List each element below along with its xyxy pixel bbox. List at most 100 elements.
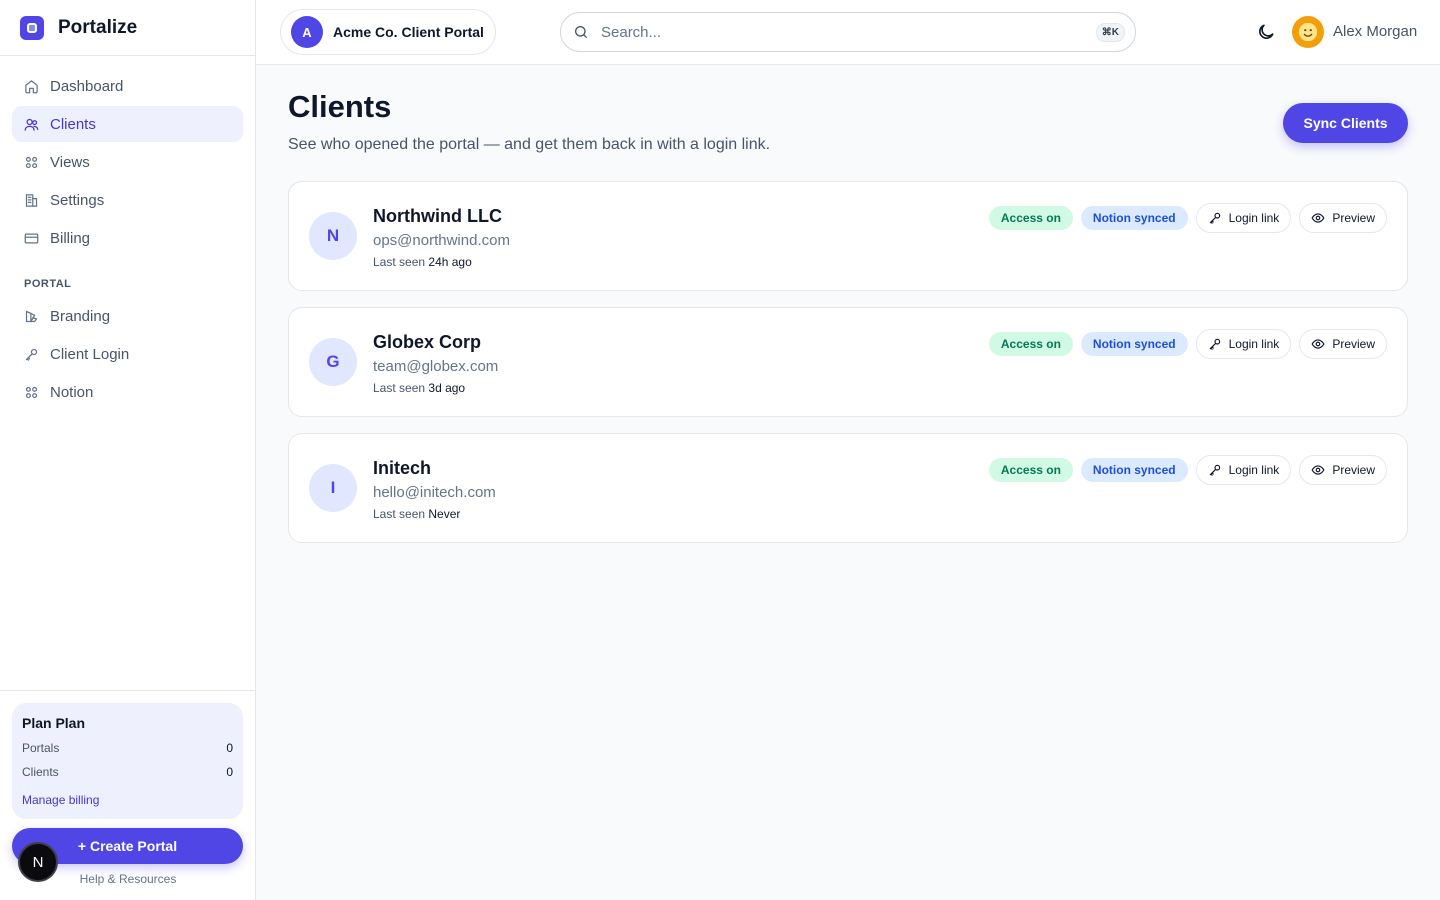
- client-name: Globex Corp: [373, 332, 482, 352]
- search-bar[interactable]: ⌘K: [560, 12, 1136, 52]
- notion-synced-badge: Notion synced: [1080, 332, 1188, 356]
- client-email: hello@initech.com: [373, 484, 496, 501]
- sidebar-item-label: Clients: [50, 115, 96, 133]
- plan-portals-row: Portals 0: [22, 741, 233, 755]
- sidebar-item-client-login[interactable]: Client Login: [12, 336, 243, 372]
- last-seen-label: Last seen: [373, 381, 426, 395]
- client-last-seen: Last seen Never: [373, 507, 460, 521]
- user-name[interactable]: Alex Morgan: [1333, 23, 1417, 40]
- section-label-portal: PORTAL: [24, 278, 72, 290]
- shortcut-hint: ⌘K: [1095, 23, 1125, 42]
- preview-label: Preview: [1332, 337, 1375, 351]
- sidebar-item-views[interactable]: Views: [12, 144, 243, 180]
- client-avatar: G: [309, 338, 357, 386]
- logo-icon: [20, 15, 44, 40]
- login-link-button[interactable]: Login link: [1195, 455, 1292, 485]
- palette-icon: [25, 310, 38, 322]
- preview-label: Preview: [1332, 463, 1375, 477]
- client-card: N Northwind LLC ops@northwind.com Last s…: [288, 181, 1408, 291]
- notion-synced-badge: Notion synced: [1080, 206, 1188, 230]
- client-actions: Access on Notion synced Login link Previ…: [988, 203, 1387, 233]
- users-icon: [24, 118, 39, 131]
- login-link-label: Login link: [1228, 337, 1280, 351]
- sidebar: Portalize Dashboard Clients Views Settin…: [0, 0, 256, 900]
- sidebar-item-label: Branding: [50, 307, 111, 325]
- search-input[interactable]: [601, 23, 1081, 41]
- client-last-seen: Last seen 3d ago: [373, 381, 465, 395]
- portal-avatar: A: [291, 16, 323, 48]
- sidebar-item-label: Billing: [50, 229, 91, 247]
- plan-clients-label: Clients: [22, 765, 59, 779]
- sidebar-item-dashboard[interactable]: Dashboard: [12, 68, 243, 104]
- sidebar-item-branding[interactable]: Branding: [12, 298, 243, 334]
- preview-label: Preview: [1332, 211, 1375, 225]
- sidebar-nav: Dashboard Clients Views Settings Billing…: [0, 56, 255, 410]
- brand[interactable]: Portalize: [0, 0, 255, 56]
- sync-clients-button[interactable]: Sync Clients: [1283, 103, 1408, 143]
- page-subtitle: See who opened the portal — and get them…: [288, 136, 771, 153]
- login-link-label: Login link: [1228, 211, 1280, 225]
- client-email: team@globex.com: [373, 358, 499, 375]
- manage-billing-link[interactable]: Manage billing: [22, 793, 233, 807]
- grid-icon: [25, 156, 38, 168]
- client-last-seen: Last seen 24h ago: [373, 255, 472, 269]
- last-seen-label: Last seen: [373, 255, 426, 269]
- plan-portals-value: 0: [226, 741, 233, 755]
- sidebar-item-notion[interactable]: Notion: [12, 374, 243, 410]
- preview-button[interactable]: Preview: [1299, 455, 1387, 485]
- eye-icon: [1311, 213, 1325, 223]
- grid-icon: [25, 386, 38, 398]
- sidebar-item-clients[interactable]: Clients: [12, 106, 243, 142]
- plan-title: Plan Plan: [22, 715, 86, 731]
- client-list: N Northwind LLC ops@northwind.com Last s…: [288, 181, 1408, 559]
- client-card: G Globex Corp team@globex.com Last seen …: [288, 307, 1408, 417]
- moon-icon[interactable]: [1256, 22, 1276, 42]
- building-icon: [25, 193, 38, 207]
- login-link-label: Login link: [1228, 463, 1280, 477]
- sidebar-divider: [0, 690, 256, 691]
- plan-clients-value: 0: [226, 765, 233, 779]
- portal-switcher[interactable]: A Acme Co. Client Portal: [280, 9, 496, 55]
- preview-button[interactable]: Preview: [1299, 329, 1387, 359]
- client-name: Northwind LLC: [373, 206, 502, 226]
- home-icon: [25, 79, 38, 93]
- key-icon: [25, 348, 38, 361]
- eye-icon: [1311, 339, 1325, 349]
- client-name: Initech: [373, 458, 432, 478]
- notion-synced-badge: Notion synced: [1080, 458, 1188, 482]
- sidebar-item-label: Settings: [50, 191, 105, 209]
- sidebar-item-label: Client Login: [50, 345, 130, 363]
- plan-clients-row: Clients 0: [22, 765, 233, 779]
- last-seen-value: 24h ago: [428, 255, 472, 269]
- eye-icon: [1311, 465, 1325, 475]
- last-seen-value: Never: [428, 507, 461, 521]
- sidebar-item-settings[interactable]: Settings: [12, 182, 243, 218]
- key-icon: [1209, 212, 1220, 224]
- login-link-button[interactable]: Login link: [1195, 329, 1292, 359]
- sidebar-item-label: Dashboard: [50, 77, 124, 95]
- smiley-icon: [1298, 22, 1318, 42]
- client-avatar: N: [309, 212, 357, 260]
- sidebar-item-billing[interactable]: Billing: [12, 220, 243, 256]
- portal-name: Acme Co. Client Portal: [333, 24, 484, 40]
- client-actions: Access on Notion synced Login link Previ…: [988, 329, 1387, 359]
- top-header: A Acme Co. Client Portal ⌘K Alex Morgan: [256, 0, 1440, 65]
- last-seen-value: 3d ago: [428, 381, 466, 395]
- key-icon: [1209, 338, 1220, 350]
- plan-card: Plan Plan Portals 0 Clients 0 Manage bil…: [12, 703, 243, 819]
- last-seen-label: Last seen: [373, 507, 426, 521]
- plan-portals-label: Portals: [22, 741, 60, 755]
- access-badge: Access on: [988, 332, 1073, 356]
- search-icon: [575, 26, 587, 38]
- access-badge: Access on: [988, 458, 1073, 482]
- page-title: Clients: [288, 89, 392, 124]
- client-card: I Initech hello@initech.com Last seen Ne…: [288, 433, 1408, 543]
- client-email: ops@northwind.com: [373, 232, 510, 249]
- client-actions: Access on Notion synced Login link Previ…: [988, 455, 1387, 485]
- credit-card-icon: [24, 233, 39, 243]
- access-badge: Access on: [988, 206, 1073, 230]
- dev-tools-badge[interactable]: N: [18, 842, 58, 882]
- user-avatar[interactable]: [1292, 16, 1324, 48]
- preview-button[interactable]: Preview: [1299, 203, 1387, 233]
- login-link-button[interactable]: Login link: [1195, 203, 1292, 233]
